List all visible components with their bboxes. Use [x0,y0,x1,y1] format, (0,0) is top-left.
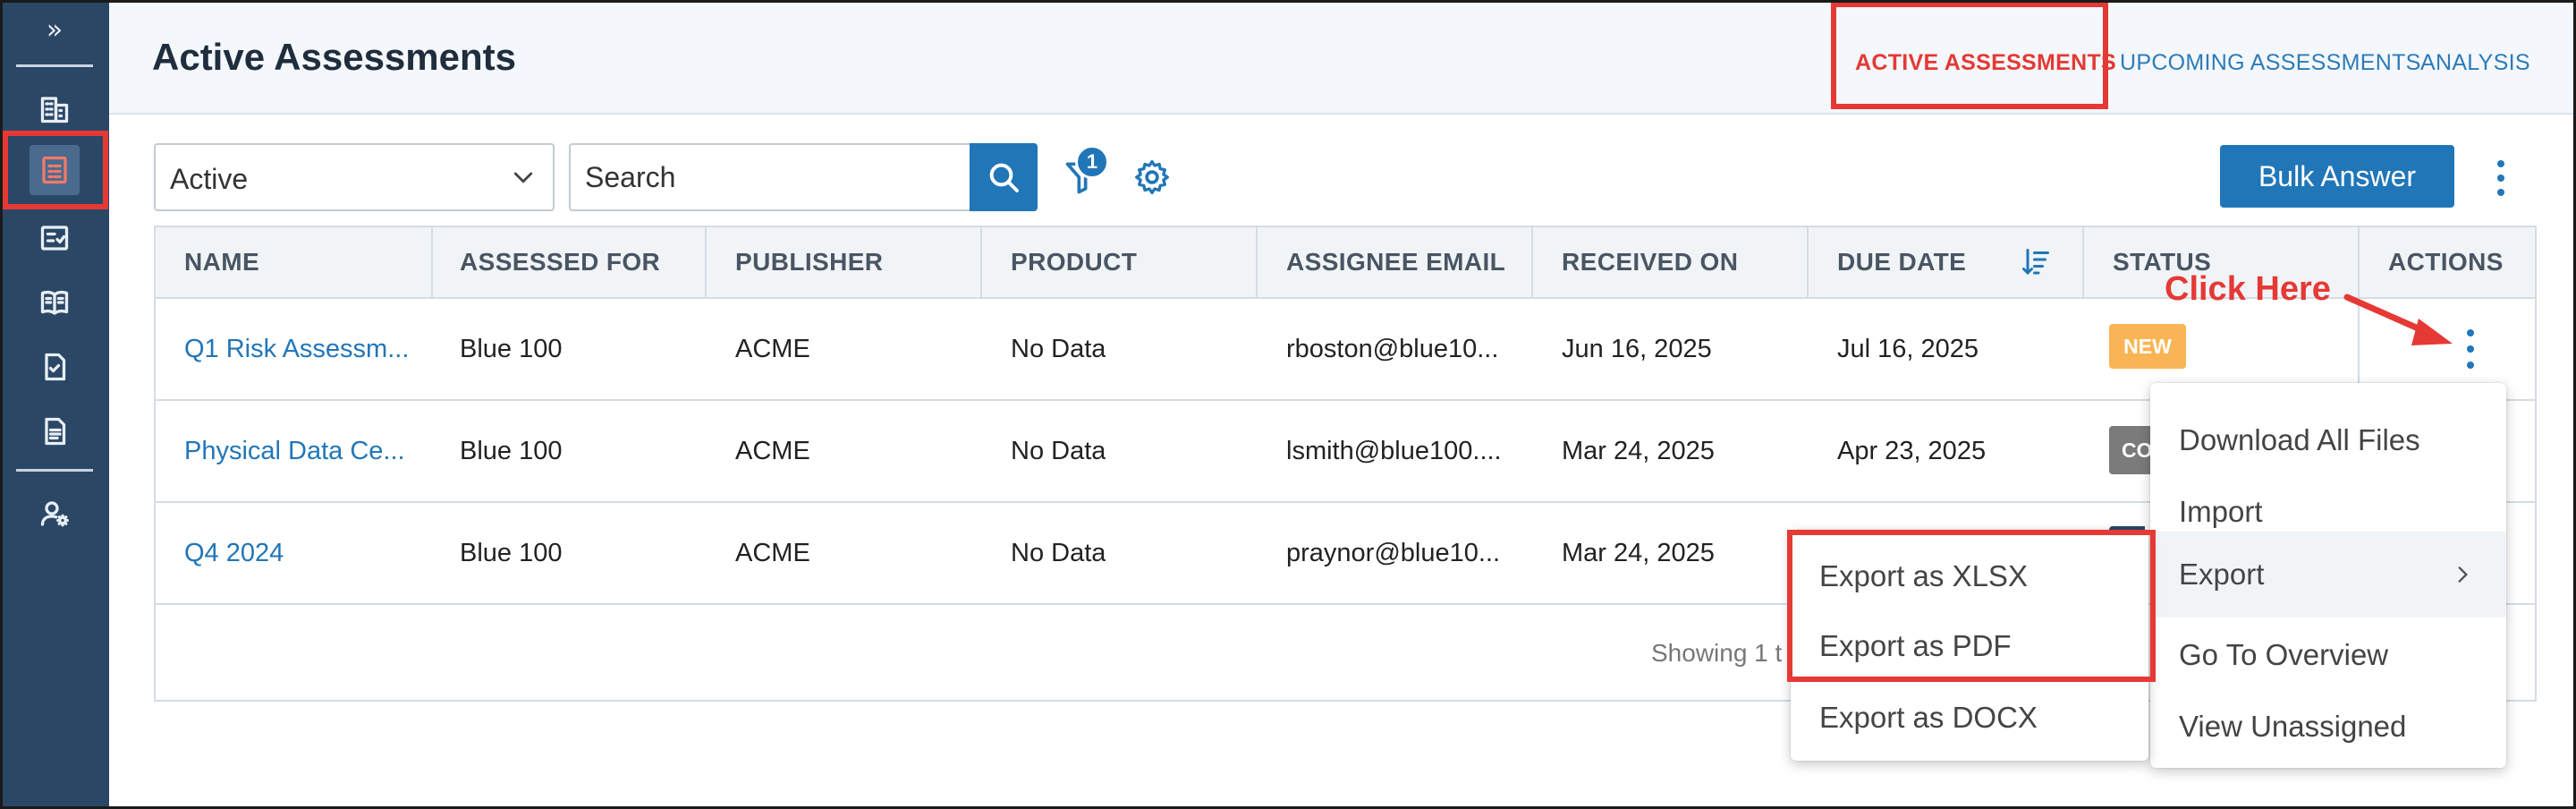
click-here-annotation: Click Here [2165,270,2331,308]
sidebar-item-tasks[interactable] [0,340,109,394]
received-on-cell: Mar 24, 2025 [1562,538,1715,567]
expand-sidebar-icon[interactable]: » [0,14,109,46]
export-options-highlight-box [1787,530,2156,682]
publisher-cell: ACME [735,538,810,567]
due-date-cell: Jul 16, 2025 [1837,334,1979,363]
search-icon [989,163,1019,192]
assessment-name-link[interactable]: Q4 2024 [156,503,424,603]
product-cell: No Data [1011,538,1106,567]
assignee-email-cell: lsmith@blue100.... [1286,436,1502,465]
book-icon [40,290,69,315]
column-header-due-date-label: DUE DATE [1837,248,1967,276]
sidebar-highlight-box [3,131,108,209]
page-title: Active Assessments [152,36,516,78]
user-settings-icon [40,501,69,527]
column-header-publisher[interactable]: PUBLISHER [707,227,982,297]
column-header-actions: ACTIONS [2388,248,2504,276]
tab-highlight-box [1831,2,2108,109]
document-icon [45,417,66,446]
column-header-product[interactable]: PRODUCT [982,227,1258,297]
received-on-cell: Mar 24, 2025 [1562,436,1715,465]
received-on-cell: Jun 16, 2025 [1562,334,1712,363]
tab-analysis[interactable]: ANALYSIS [2420,50,2530,76]
sidebar-item-user-settings[interactable] [0,487,109,541]
more-options-icon[interactable] [2483,156,2519,200]
publisher-cell: ACME [735,334,810,363]
assessed-for-cell: Blue 100 [460,334,563,363]
status-filter-value: Active [170,163,249,195]
bulk-answer-button[interactable]: Bulk Answer [2220,145,2454,208]
checklist-icon [40,226,69,251]
assignee-email-cell: praynor@blue10... [1286,538,1501,567]
sidebar-item-library[interactable] [0,276,109,329]
status-filter-select[interactable]: Active [154,143,555,211]
sidebar-item-checklist[interactable] [0,211,109,265]
column-header-received-on[interactable]: RECEIVED ON [1533,227,1809,297]
building-icon [40,97,69,123]
product-cell: No Data [1011,436,1106,465]
gear-icon[interactable] [1132,158,1172,197]
search-input[interactable] [571,145,970,210]
search-button[interactable] [970,143,1038,211]
assessed-for-cell: Blue 100 [460,538,563,567]
status-badge: CO [2109,426,2154,474]
column-header-name[interactable]: NAME [156,227,433,297]
sidebar-divider [16,64,93,67]
pagination-summary: Showing 1 t [1651,639,1783,667]
column-header-assignee-email[interactable]: ASSIGNEE EMAIL [1258,227,1533,297]
column-header-due-date[interactable]: DUE DATE [1809,227,2084,297]
chevron-right-icon [2458,566,2469,583]
sidebar-item-documents[interactable] [0,404,109,458]
filter-count-badge: 1 [1075,145,1109,179]
product-cell: No Data [1011,334,1106,363]
chevron-down-icon [513,172,533,183]
menu-item-export-label: Export [2179,558,2265,591]
status-badge: NEW [2109,324,2186,369]
sort-descending-icon[interactable] [2020,245,2052,279]
menu-item-export-docx[interactable]: Export as DOCX [1791,682,2148,754]
annotation-arrow-icon [2343,294,2453,345]
sidebar: » [0,0,109,809]
menu-item-download-all-files[interactable]: Download All Files [2150,404,2506,476]
menu-item-view-unassigned[interactable]: View Unassigned [2150,691,2506,762]
assessment-name-link[interactable]: Q1 Risk Assessm... [156,299,424,399]
assessed-for-cell: Blue 100 [460,436,563,465]
sidebar-item-buildings[interactable] [0,82,109,136]
assessment-name-link[interactable]: Physical Data Ce... [156,401,424,501]
tab-upcoming-assessments[interactable]: UPCOMING ASSESSMENTS [2120,50,2421,76]
search-field[interactable] [569,143,970,211]
sidebar-divider [16,469,93,472]
assignee-email-cell: rboston@blue10... [1286,334,1499,363]
menu-item-export[interactable]: Export [2150,532,2506,617]
due-date-cell: Apr 23, 2025 [1837,436,1987,465]
publisher-cell: ACME [735,436,810,465]
document-check-icon [45,353,66,381]
menu-item-go-to-overview[interactable]: Go To Overview [2150,619,2506,691]
column-header-assessed-for[interactable]: ASSESSED FOR [431,227,707,297]
row-actions-menu: Download All Files Import Export Go To O… [2150,383,2506,768]
